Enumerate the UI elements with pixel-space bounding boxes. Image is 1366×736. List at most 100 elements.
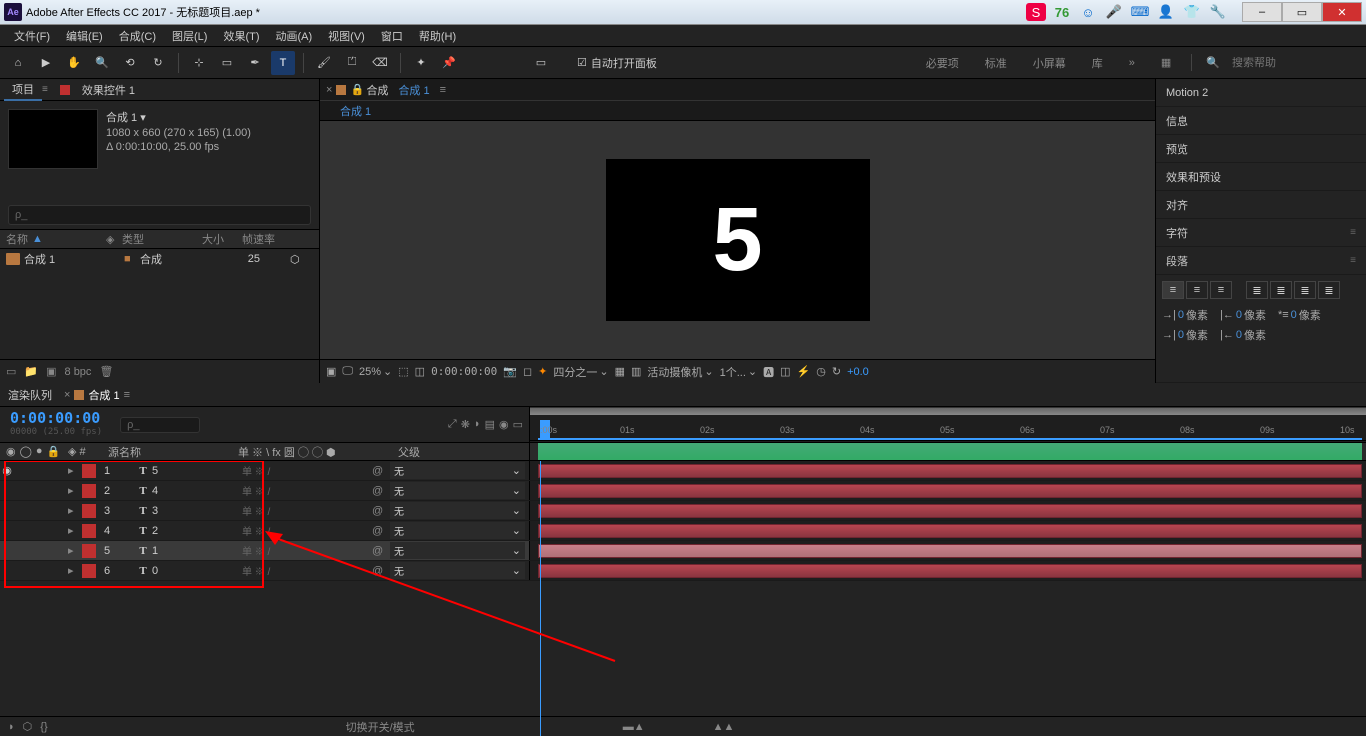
shirt-icon[interactable]: 👕 — [1182, 3, 1202, 21]
keyboard-icon[interactable]: ⌨ — [1130, 3, 1150, 21]
pickwhip-icon[interactable]: @ — [372, 465, 390, 477]
breadcrumb-item[interactable]: 合成 1 — [340, 103, 371, 119]
parent-dropdown[interactable]: 无⌄ — [390, 502, 525, 519]
tab-project[interactable]: 项目 — [4, 79, 42, 101]
timeline-layer-row[interactable]: ▸ 2 T 4 单 ※ / @ 无⌄ — [0, 481, 1366, 501]
panel-btn[interactable]: ▭ — [529, 51, 553, 75]
col-fps-label[interactable]: 帧速率 — [242, 231, 292, 247]
workspace-library[interactable]: 库 — [1086, 53, 1109, 73]
region-icon[interactable]: ◻ — [523, 365, 532, 378]
anchor-tool[interactable]: ⊹ — [187, 51, 211, 75]
space-before[interactable]: →| 0 像素 — [1162, 327, 1208, 343]
timecode-icon[interactable]: ◷ — [816, 365, 826, 378]
panel-align[interactable]: 对齐 — [1156, 191, 1366, 219]
parent-dropdown[interactable]: 无⌄ — [390, 482, 525, 499]
timeline-layer-row[interactable]: ▸ 4 T 2 单 ※ / @ 无⌄ — [0, 521, 1366, 541]
close-tab[interactable]: × — [64, 389, 70, 401]
tab-menu-icon[interactable]: ≡ — [42, 84, 48, 95]
timeline-search[interactable]: ρ_ — [120, 417, 200, 433]
col-type-label[interactable]: 类型 — [122, 231, 202, 247]
lock-icon[interactable]: 🔒 — [350, 83, 362, 96]
tab-timeline-comp[interactable]: × 合成 1 ≡ — [64, 387, 130, 403]
menu-edit[interactable]: 编辑(E) — [58, 26, 111, 46]
exposure-reset-icon[interactable]: ↻ — [832, 365, 841, 378]
maximize-button[interactable]: ▭ — [1282, 2, 1322, 22]
pickwhip-icon[interactable]: @ — [372, 525, 390, 537]
parent-dropdown[interactable]: 无⌄ — [390, 542, 525, 559]
menu-composition[interactable]: 合成(C) — [111, 26, 164, 46]
tl-btn-graph[interactable]: ▭ — [513, 418, 523, 431]
exposure-value[interactable]: +0.0 — [847, 366, 869, 378]
expand-icon[interactable]: ▸ — [68, 464, 80, 477]
menu-help[interactable]: 帮助(H) — [411, 26, 464, 46]
tl-foot-btn2[interactable]: ⬡ — [23, 720, 33, 733]
panel-info[interactable]: 信息 — [1156, 107, 1366, 135]
align-left-icon[interactable]: ≡ — [1162, 281, 1184, 299]
parent-dropdown[interactable]: 无⌄ — [390, 522, 525, 539]
selection-tool[interactable]: ▶ — [34, 51, 58, 75]
close-tab-icon[interactable]: × — [326, 84, 332, 96]
panel-effects-presets[interactable]: 效果和预设 — [1156, 163, 1366, 191]
channels-icon[interactable]: ✦ — [538, 365, 547, 378]
close-button[interactable]: ✕ — [1322, 2, 1362, 22]
layer-name[interactable]: 5 — [152, 465, 242, 477]
justify-left-icon[interactable]: ≣ — [1246, 281, 1268, 299]
folder-icon[interactable]: 📁 — [24, 365, 38, 378]
rotate-tool[interactable]: ↻ — [146, 51, 170, 75]
tab-render-queue[interactable]: 渲染队列 — [8, 387, 52, 403]
align-center-icon[interactable]: ≡ — [1186, 281, 1208, 299]
view-count-dropdown[interactable]: 1个... ⌄ — [720, 364, 758, 380]
search-help-input[interactable] — [1232, 57, 1352, 69]
sort-icon[interactable]: ▲ — [32, 233, 43, 245]
grid-icon[interactable]: ▦ — [615, 365, 625, 378]
expand-icon[interactable]: ▸ — [68, 524, 80, 537]
channel-icon[interactable]: ◫ — [415, 365, 425, 378]
justify-right-icon[interactable]: ≣ — [1294, 281, 1316, 299]
expand-icon[interactable]: ▸ — [68, 484, 80, 497]
menu-window[interactable]: 窗口 — [373, 26, 411, 46]
camera-icon[interactable]: ▣ — [326, 365, 336, 378]
pickwhip-icon[interactable]: @ — [372, 485, 390, 497]
fast-icon[interactable]: ⚡ — [797, 365, 811, 378]
toggle-switches-label[interactable]: 切换开关/模式 — [346, 719, 415, 735]
layer-color[interactable] — [82, 524, 96, 538]
time-display[interactable]: 0:00:00:00 — [431, 365, 497, 378]
rect-tool[interactable]: ▭ — [215, 51, 239, 75]
layer-switches[interactable]: 单 ※ / — [242, 543, 372, 558]
puppet-tool[interactable]: 📌 — [437, 51, 461, 75]
workspace-small[interactable]: 小屏幕 — [1027, 53, 1072, 73]
zoom-out-icon[interactable]: ▬▲ — [623, 721, 645, 733]
project-thumbnail[interactable] — [8, 109, 98, 169]
timeline-layer-row[interactable]: ◉ ▸ 1 T 5 单 ※ / @ 无⌄ — [0, 461, 1366, 481]
eye-toggle[interactable]: ◉ — [0, 464, 14, 477]
panel-menu-icon[interactable]: ≡ — [1350, 255, 1356, 266]
orbit-tool[interactable]: ⟲ — [118, 51, 142, 75]
panel-menu-icon[interactable]: ≡ — [1350, 227, 1356, 238]
pickwhip-icon[interactable]: @ — [372, 505, 390, 517]
trash-icon[interactable]: 🗑 — [99, 365, 113, 378]
justify-center-icon[interactable]: ≣ — [1270, 281, 1292, 299]
monitor-icon[interactable]: 🖵 — [342, 365, 353, 378]
timeline-layer-row[interactable]: ▸ 5 T 1 单 ※ / @ 无⌄ — [0, 541, 1366, 561]
tl-btn-1[interactable]: ⤢ — [448, 418, 457, 431]
tab-menu[interactable]: ≡ — [124, 389, 130, 401]
user-icon[interactable]: 👤 — [1156, 3, 1176, 21]
zoom-dropdown[interactable]: 25% ⌄ — [359, 365, 392, 378]
active-workarea[interactable] — [538, 443, 1362, 460]
menu-view[interactable]: 视图(V) — [320, 26, 373, 46]
layer-switches[interactable]: 单 ※ / — [242, 503, 372, 518]
parent-dropdown[interactable]: 无⌄ — [390, 462, 525, 479]
col-name-label[interactable]: 名称 — [6, 231, 28, 247]
roto-tool[interactable]: ✦ — [409, 51, 433, 75]
comp-title[interactable]: 合成 1 ▾ — [106, 109, 251, 125]
indent-first[interactable]: *≡ 0 像素 — [1278, 307, 1321, 323]
layer-color[interactable] — [82, 544, 96, 558]
align-right-icon[interactable]: ≡ — [1210, 281, 1232, 299]
pickwhip-icon[interactable]: @ — [372, 565, 390, 577]
eraser-tool[interactable]: ⌫ — [368, 51, 392, 75]
project-item[interactable]: 合成 1 ■ 合成 25 ⬡ — [0, 249, 319, 269]
expand-icon[interactable]: ▸ — [68, 504, 80, 517]
brush-tool[interactable]: 🖌 — [312, 51, 336, 75]
pen-tool[interactable]: ✒ — [243, 51, 267, 75]
source-col-label[interactable]: 源名称 — [108, 444, 238, 460]
